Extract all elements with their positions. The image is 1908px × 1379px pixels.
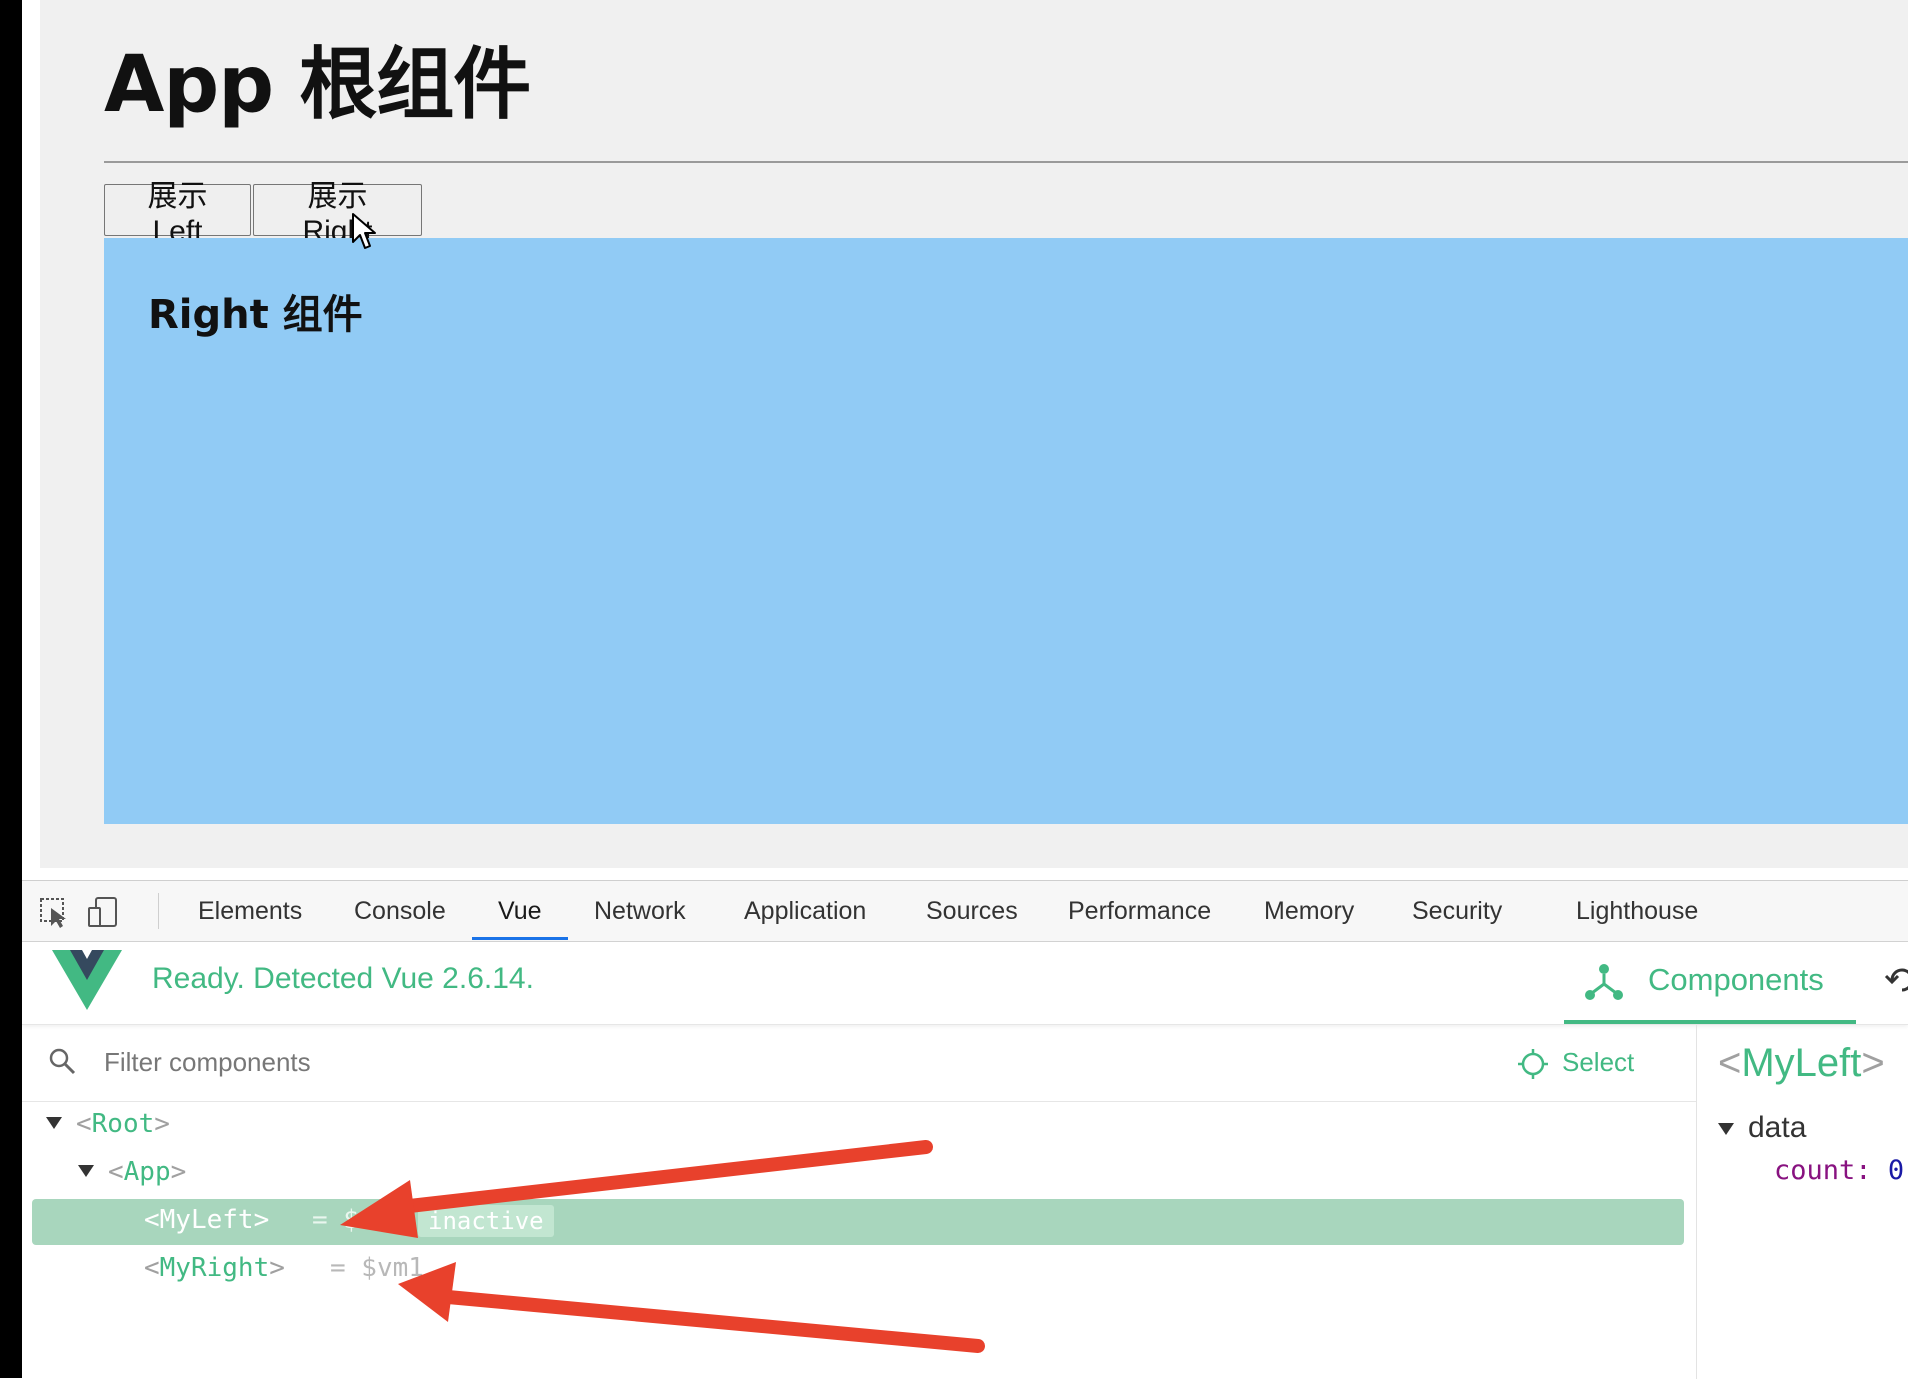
refresh-icon[interactable]: [1884, 962, 1908, 998]
select-target-icon[interactable]: [1516, 1047, 1550, 1081]
data-property[interactable]: count: 0: [1774, 1155, 1904, 1186]
tab-memory[interactable]: Memory: [1264, 881, 1354, 941]
filter-components-input[interactable]: [102, 1039, 1106, 1085]
page-title: App 根组件: [104, 40, 531, 130]
select-label[interactable]: Select: [1562, 1047, 1634, 1078]
tree-row-myright[interactable]: <MyRight> = $vm1: [32, 1247, 1684, 1293]
pane-splitter[interactable]: [1696, 1025, 1697, 1379]
inactive-badge: inactive: [418, 1205, 554, 1237]
inspect-element-icon[interactable]: [38, 895, 72, 929]
vm-reference: = $vm1: [330, 1253, 424, 1283]
mouse-cursor-icon: [352, 213, 376, 249]
vue-status-text: Ready. Detected Vue 2.6.14.: [152, 962, 534, 995]
app-page: App 根组件 展示 Left 展示 Right Right 组件: [40, 0, 1908, 868]
show-left-button[interactable]: 展示 Left: [104, 180, 251, 248]
tree-node-myright: <MyRight>: [144, 1253, 285, 1283]
vue-logo-icon: [52, 950, 122, 1010]
show-right-button[interactable]: 展示 Right: [253, 180, 422, 248]
tree-row-root[interactable]: <Root>: [32, 1103, 1684, 1149]
collapse-arrow-icon: [1718, 1123, 1734, 1136]
tree-node-root: <Root>: [76, 1109, 170, 1139]
tree-row-myleft[interactable]: <MyLeft> = $vm0 inactive: [32, 1199, 1684, 1245]
tab-elements[interactable]: Elements: [198, 881, 302, 941]
tab-security[interactable]: Security: [1412, 881, 1502, 941]
vue-devtools-header: Ready. Detected Vue 2.6.14. Components: [22, 942, 1908, 1025]
component-inspector: <MyLeft> data count: 0: [1698, 1025, 1908, 1379]
components-icon: [1585, 964, 1623, 1000]
devtools-tabbar: Elements Console Vue Network Application…: [22, 881, 1908, 942]
tab-sources[interactable]: Sources: [926, 881, 1018, 941]
active-tab-indicator: [472, 937, 568, 940]
tree-node-myleft: <MyLeft>: [144, 1205, 270, 1235]
device-toolbar-icon[interactable]: [86, 895, 120, 929]
components-label: Components: [1648, 962, 1824, 997]
tab-lighthouse[interactable]: Lighthouse: [1576, 881, 1698, 941]
browser-viewport: App 根组件 展示 Left 展示 Right Right 组件: [22, 0, 1908, 868]
tab-performance[interactable]: Performance: [1068, 881, 1211, 941]
filter-row: Select: [22, 1025, 1696, 1102]
tree-node-app: <App>: [108, 1157, 187, 1187]
tree-row-app[interactable]: <App>: [32, 1151, 1684, 1197]
inspector-component-name: <MyLeft>: [1718, 1041, 1885, 1085]
divider: [104, 161, 1908, 163]
expand-arrow-icon[interactable]: [46, 1117, 62, 1129]
tab-console[interactable]: Console: [354, 881, 446, 941]
tab-vue[interactable]: Vue: [498, 881, 542, 941]
data-section-toggle[interactable]: data: [1718, 1111, 1806, 1145]
expand-arrow-icon[interactable]: [78, 1165, 94, 1177]
vm-reference: = $vm0: [312, 1205, 406, 1235]
right-component-title: Right 组件: [148, 292, 363, 338]
components-tab[interactable]: Components: [1564, 942, 1856, 1024]
toolbar-separator: [158, 893, 159, 929]
component-tree: <Root> <App> <MyLeft> = $vm0 inactive <M…: [22, 1103, 1696, 1379]
search-icon: [49, 1048, 76, 1075]
tab-application[interactable]: Application: [744, 881, 866, 941]
devtools-panel: Elements Console Vue Network Application…: [22, 880, 1908, 1379]
right-component: Right 组件: [104, 238, 1908, 824]
tab-network[interactable]: Network: [594, 881, 686, 941]
window-edge: [0, 0, 22, 1378]
